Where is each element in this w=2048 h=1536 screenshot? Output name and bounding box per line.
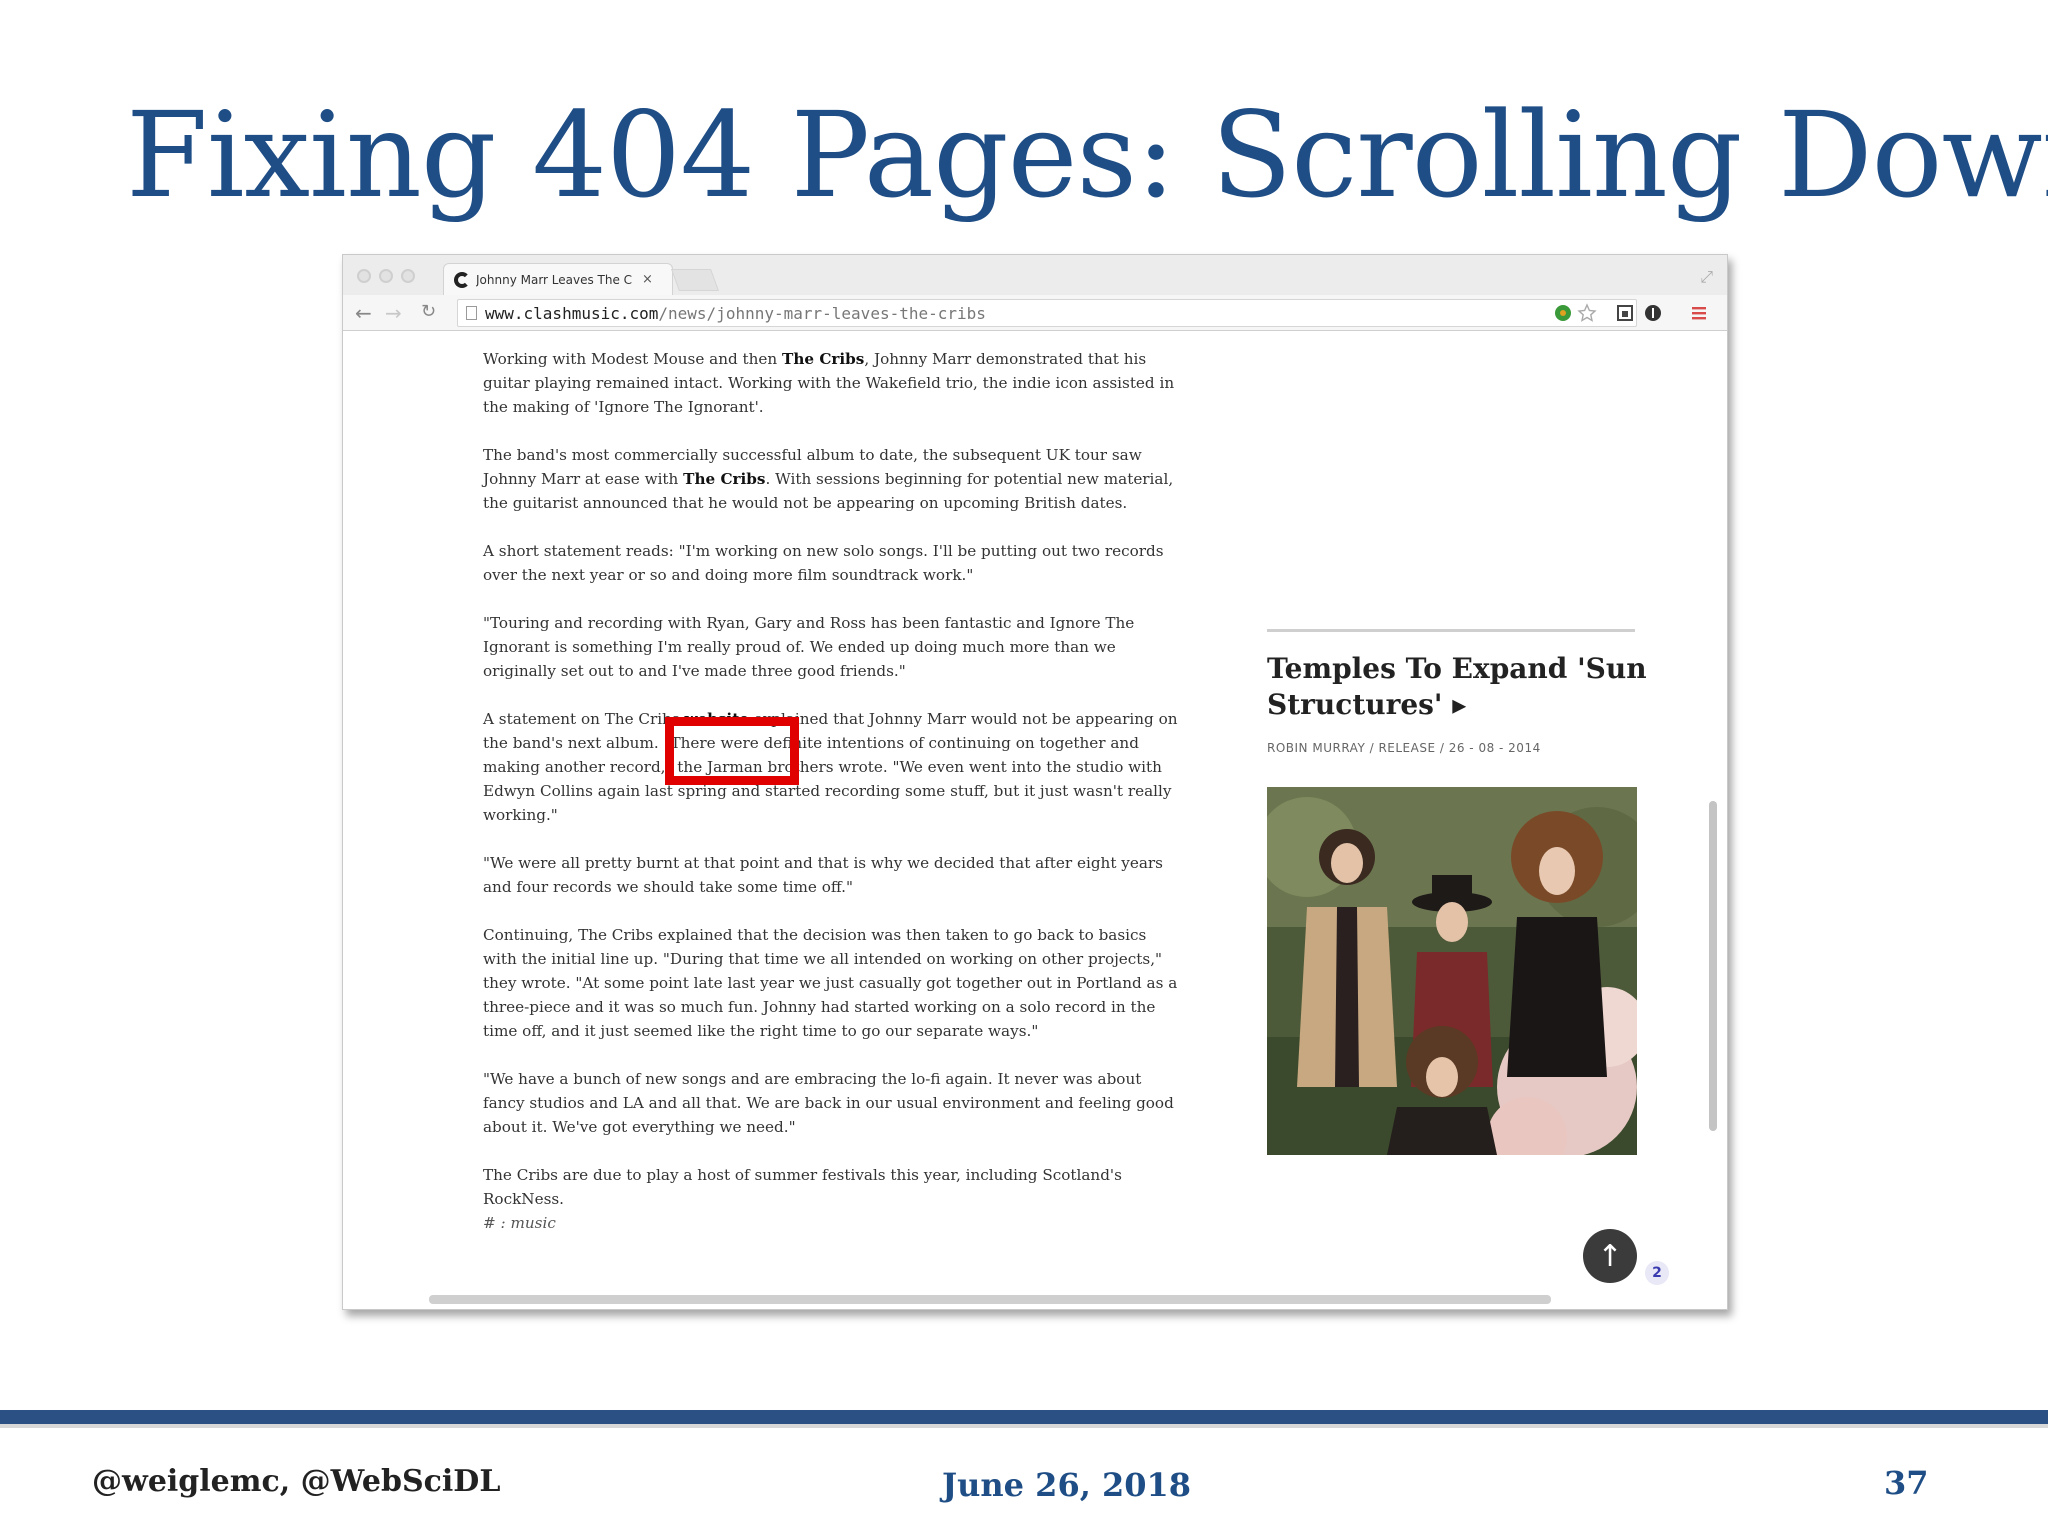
article-text: The Cribs are due to play a host of summ…	[483, 1166, 1122, 1208]
article-paragraph: Working with Modest Mouse and then The C…	[483, 347, 1183, 419]
article-paragraph: "We were all pretty burnt at that point …	[483, 851, 1183, 899]
article-link[interactable]: The Cribs	[782, 350, 864, 368]
article-text: Working with Modest Mouse and then	[483, 350, 783, 368]
article-body: Working with Modest Mouse and then The C…	[483, 347, 1183, 1259]
article-paragraph: A statement on The Cribs website explain…	[483, 707, 1183, 827]
article-paragraph: "We have a bunch of new songs and are em…	[483, 1067, 1183, 1139]
tab-active[interactable]: Johnny Marr Leaves The C ×	[443, 263, 673, 295]
minimize-window-button[interactable]	[379, 269, 393, 283]
footer-handles: @weiglemc, @WebSciDL	[92, 1464, 501, 1499]
forward-arrow-icon[interactable]: →	[385, 301, 402, 325]
page-icon	[466, 306, 477, 320]
tab-bar: Johnny Marr Leaves The C × ⤢	[343, 255, 1727, 295]
browser-menu-icon[interactable]	[1689, 303, 1709, 323]
address-bar[interactable]: www.clashmusic.com/news/johnny-marr-leav…	[457, 299, 1637, 327]
highlight-box	[665, 717, 799, 785]
reload-icon[interactable]: ↻	[421, 301, 436, 322]
sidebar-divider	[1267, 629, 1635, 632]
zoom-window-button[interactable]	[401, 269, 415, 283]
close-window-button[interactable]	[357, 269, 371, 283]
horizontal-scrollbar[interactable]	[429, 1295, 1551, 1304]
tab-close-icon[interactable]: ×	[642, 272, 653, 287]
extension-circle-icon[interactable]	[1643, 303, 1663, 323]
notification-badge[interactable]: 2	[1645, 1261, 1669, 1285]
article-paragraph: Continuing, The Cribs explained that the…	[483, 923, 1183, 1043]
article-text: "We have a bunch of new songs and are em…	[483, 1070, 1174, 1136]
article-text: A statement on The Cribs	[483, 710, 685, 728]
scroll-to-top-button[interactable]: ↑	[1583, 1229, 1637, 1283]
related-article-title[interactable]: Temples To Expand 'Sun Structures' ▸	[1267, 651, 1647, 723]
article-text: Continuing, The Cribs explained that the…	[483, 926, 1178, 1040]
new-tab-button[interactable]	[670, 269, 720, 291]
site-favicon-icon	[454, 271, 470, 288]
article-text: "Touring and recording with Ryan, Gary a…	[483, 614, 1135, 680]
extension-globe-icon[interactable]	[1553, 303, 1573, 323]
slide-title: Fixing 404 Pages: Scrolling Down	[126, 86, 2048, 224]
footer-bar	[0, 1410, 2048, 1424]
article-paragraph: The Cribs are due to play a host of summ…	[483, 1163, 1183, 1211]
bookmark-star-icon[interactable]	[1577, 303, 1597, 323]
browser-toolbar: ← → ↻ www.clashmusic.com/news/johnny-mar…	[343, 295, 1727, 331]
article-paragraph: A short statement reads: "I'm working on…	[483, 539, 1183, 587]
page-number: 37	[1884, 1464, 1929, 1502]
article-text: "We were all pretty burnt at that point …	[483, 854, 1163, 896]
article-text: A short statement reads: "I'm working on…	[483, 542, 1164, 584]
article-paragraph: "Touring and recording with Ryan, Gary a…	[483, 611, 1183, 683]
footer-date: June 26, 2018	[942, 1466, 1192, 1504]
url-text: www.clashmusic.com/news/johnny-marr-leav…	[485, 303, 986, 323]
fullscreen-icon[interactable]: ⤢	[1700, 267, 1713, 287]
related-article-photo[interactable]	[1267, 787, 1637, 1155]
back-arrow-icon[interactable]: ←	[355, 301, 372, 325]
browser-window: Johnny Marr Leaves The C × ⤢ ← → ↻ www.c…	[342, 254, 1728, 1310]
article-paragraph: The band's most commercially successful …	[483, 443, 1183, 515]
vertical-scrollbar[interactable]	[1709, 801, 1717, 1131]
extension-calendar-icon[interactable]	[1615, 303, 1635, 323]
tab-label: Johnny Marr Leaves The C	[476, 272, 633, 287]
footer-shadow	[0, 1424, 2048, 1428]
tag-line[interactable]: # : music	[483, 1211, 1183, 1235]
related-article-meta: ROBIN MURRAY / RELEASE / 26 - 08 - 2014	[1267, 741, 1541, 755]
article-link[interactable]: The Cribs	[683, 470, 765, 488]
